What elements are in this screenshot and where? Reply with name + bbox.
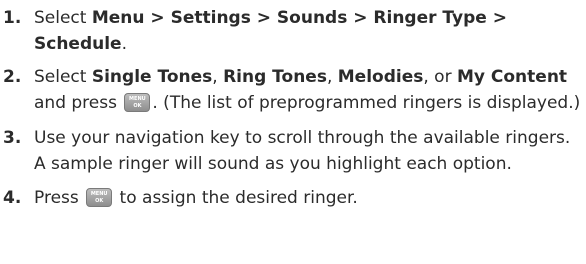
key-label-ok: OK — [133, 103, 142, 109]
step-text: Press — [34, 188, 85, 208]
option-my-content: My Content — [456, 67, 568, 87]
step-number: 3. — [3, 128, 22, 148]
step-1: 1. Select Menu > Settings > Sounds > Rin… — [0, 0, 586, 57]
step-2: 2. Select Single Tones, Ring Tones, Melo… — [0, 64, 586, 116]
step-text: to assign the desired ringer. — [114, 188, 358, 208]
step-text: and press — [34, 93, 123, 113]
menu-ok-key-icon: MENU OK — [86, 188, 113, 207]
key-label-menu: MENU — [129, 96, 146, 102]
step-4: 4. Press MENU OK to assign the desired ri… — [0, 185, 586, 211]
step-text: Select — [34, 8, 92, 28]
step-text: , — [326, 67, 338, 87]
menu-path: Menu > Settings > Sounds > Ringer Type >… — [34, 8, 507, 54]
step-3: 3. Use your navigation key to scroll thr… — [0, 125, 586, 177]
step-text: Select — [34, 67, 92, 87]
step-text: , or — [423, 67, 457, 87]
step-number: 1. — [3, 8, 22, 28]
step-number: 2. — [3, 67, 22, 87]
option-melodies: Melodies — [337, 67, 424, 87]
option-single-tones: Single Tones — [91, 67, 213, 87]
step-text: Use your navigation key to scroll throug… — [34, 128, 571, 174]
step-text: . (The list of preprogrammed ringers is … — [152, 93, 581, 113]
step-text: , — [212, 67, 224, 87]
key-label-ok: OK — [95, 198, 104, 204]
menu-ok-key-icon: MENU OK — [124, 93, 151, 112]
step-number: 4. — [3, 188, 22, 208]
step-text: . — [121, 34, 127, 54]
option-ring-tones: Ring Tones — [223, 67, 327, 87]
instruction-steps: 1. Select Menu > Settings > Sounds > Rin… — [0, 0, 586, 211]
key-label-menu: MENU — [90, 191, 108, 197]
